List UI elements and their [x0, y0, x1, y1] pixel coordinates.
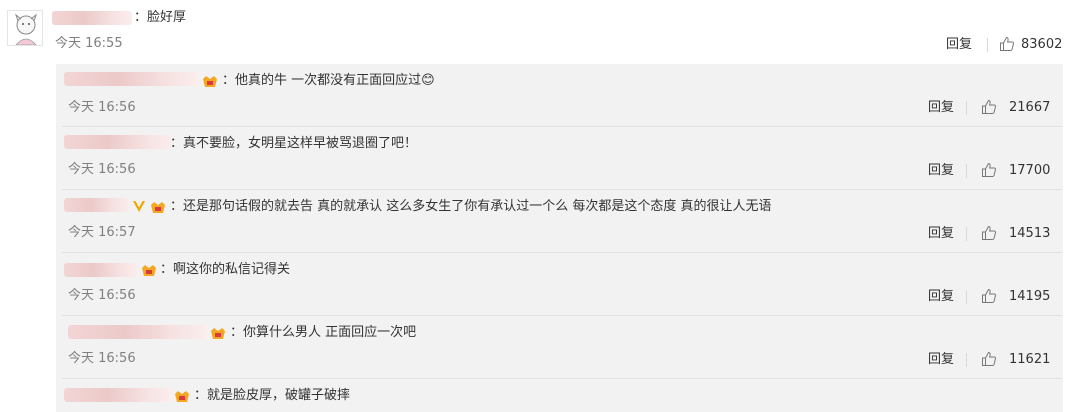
like-count[interactable]: 21667	[1009, 100, 1050, 116]
fan-badge-icon	[203, 76, 217, 87]
reply-time: 今天 16:56	[68, 162, 136, 177]
reply-time: 今天 16:56	[68, 100, 136, 115]
username[interactable]	[64, 135, 172, 149]
like-icon[interactable]	[981, 99, 997, 115]
reply-button[interactable]: 回复	[946, 37, 972, 53]
like-count[interactable]: 11621	[1009, 352, 1050, 368]
reply-text: ：啊这你的私信记得关	[160, 262, 291, 277]
reply-button[interactable]: 回复	[928, 100, 954, 116]
username[interactable]	[64, 388, 172, 402]
fan-badge-icon	[211, 328, 225, 339]
reply-time: 今天 16:56	[68, 351, 136, 366]
like-icon[interactable]	[981, 162, 997, 178]
username[interactable]	[52, 11, 132, 25]
username[interactable]	[64, 263, 138, 277]
reply-text: ：他真的牛 一次都没有正面回应过😊	[222, 73, 435, 88]
reply-text: ：你算什么男人 正面回应一次吧	[230, 325, 417, 340]
comment-text: ：脸好厚	[134, 10, 187, 25]
comment-time: 今天 16:55	[55, 36, 123, 51]
reply-time: 今天 16:57	[68, 225, 136, 240]
verified-icon	[133, 201, 145, 212]
username[interactable]	[68, 325, 208, 339]
reply-text: ：还是那句话假的就去告 真的就承认 这么多女生了你有承认过一个么 每次都是这个态…	[170, 199, 772, 214]
reply-divider	[62, 189, 1062, 190]
like-count[interactable]: 17700	[1009, 163, 1050, 179]
reply-button[interactable]: 回复	[928, 352, 954, 368]
like-icon[interactable]	[981, 225, 997, 241]
divider	[966, 353, 967, 367]
fan-badge-icon	[151, 202, 165, 213]
replies-panel	[56, 64, 1063, 412]
username[interactable]	[64, 198, 130, 212]
reply-divider	[62, 126, 1062, 127]
reply-divider	[62, 378, 1062, 379]
reply-button[interactable]: 回复	[928, 226, 954, 242]
reply-divider	[62, 315, 1062, 316]
divider	[987, 38, 988, 52]
like-count[interactable]: 83602	[1021, 37, 1062, 53]
fan-badge-icon	[142, 265, 156, 276]
reply-text: ：真不要脸，女明星这样早被骂退圈了吧！	[170, 136, 418, 151]
like-icon[interactable]	[981, 288, 997, 304]
like-count[interactable]: 14195	[1009, 289, 1050, 305]
reply-time: 今天 16:56	[68, 288, 136, 303]
reply-divider	[62, 252, 1062, 253]
reply-button[interactable]: 回复	[928, 163, 954, 179]
avatar[interactable]	[7, 10, 43, 46]
divider	[966, 227, 967, 241]
like-icon[interactable]	[999, 36, 1015, 52]
like-icon[interactable]	[981, 351, 997, 367]
username[interactable]	[64, 72, 200, 86]
reply-text: ：就是脸皮厚，破罐子破摔	[194, 388, 351, 403]
fan-badge-icon	[175, 391, 189, 402]
divider	[966, 290, 967, 304]
like-count[interactable]: 14513	[1009, 226, 1050, 242]
divider	[966, 164, 967, 178]
reply-button[interactable]: 回复	[928, 289, 954, 305]
divider	[966, 101, 967, 115]
